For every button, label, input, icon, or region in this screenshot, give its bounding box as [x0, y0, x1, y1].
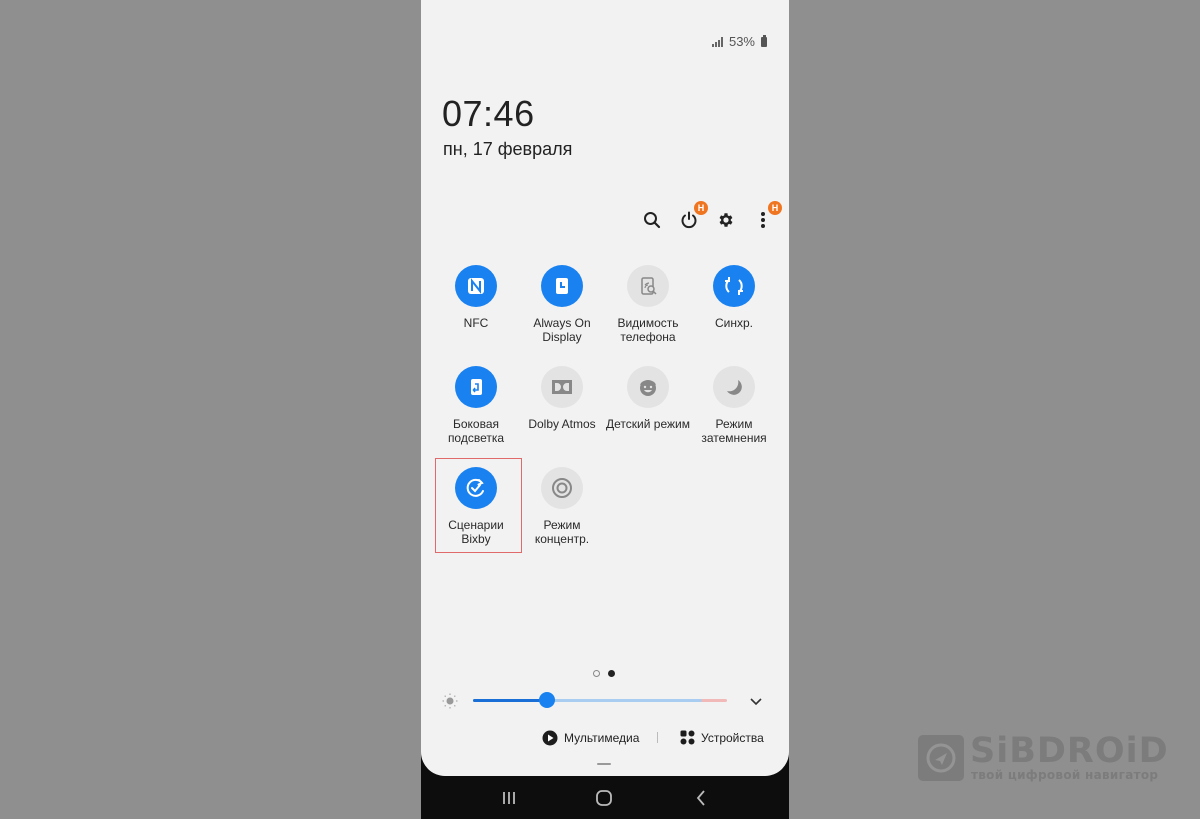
brightness-fill: [473, 699, 547, 702]
bixby-routines-icon: [455, 467, 497, 509]
brightness-thumb[interactable]: [538, 692, 555, 708]
always-on-display-icon: [541, 265, 583, 307]
dolby-icon: [541, 366, 583, 408]
sync-icon: [713, 265, 755, 307]
panel-toolbar: H H: [421, 201, 789, 235]
tile-dark-mode[interactable]: Режим затемнения: [691, 366, 777, 445]
compass-icon: [918, 735, 964, 781]
brightness-row: [421, 690, 789, 712]
more-button[interactable]: H: [750, 201, 782, 233]
tile-nfc[interactable]: NFC: [433, 265, 519, 330]
more-icon: [761, 212, 765, 228]
battery-icon: [761, 34, 767, 47]
clock: 07:46: [442, 93, 535, 134]
edge-lighting-icon: [455, 366, 497, 408]
search-button[interactable]: [639, 207, 665, 233]
search-icon: [644, 212, 661, 229]
focus-mode-icon: [541, 467, 583, 509]
tile-always-on-display[interactable]: Always On Display: [519, 265, 605, 344]
page-dot-2[interactable]: [608, 670, 615, 677]
tile-sync[interactable]: Синхр.: [691, 265, 777, 330]
chevron-down-icon: [750, 698, 762, 706]
brightness-slider[interactable]: [473, 692, 727, 708]
tile-bixby-routines[interactable]: Сценарии Bixby: [433, 467, 519, 546]
media-button[interactable]: Мультимедиа: [542, 730, 639, 746]
tile-edge-lighting[interactable]: Боковая подсветка: [433, 366, 519, 445]
phone-visibility-icon: [627, 265, 669, 307]
back-icon: [696, 790, 705, 806]
back-button[interactable]: [690, 788, 712, 808]
panel-drag-handle[interactable]: [597, 763, 611, 765]
settings-button[interactable]: [713, 207, 739, 233]
devices-icon: [680, 730, 695, 745]
page-indicator: [593, 670, 615, 677]
media-devices-row: Мультимедиа Устройства: [421, 730, 789, 748]
home-icon: [596, 790, 612, 806]
tile-phone-visibility[interactable]: Видимость телефона: [605, 265, 691, 344]
tile-dolby-atmos[interactable]: Dolby Atmos: [519, 366, 605, 431]
tile-focus-mode[interactable]: Режим концентр.: [519, 467, 605, 546]
expand-brightness-button[interactable]: [749, 694, 763, 712]
page-dot-1[interactable]: [593, 670, 600, 677]
separator: [657, 732, 658, 743]
dark-mode-icon: [713, 366, 755, 408]
devices-button[interactable]: Устройства: [680, 730, 764, 745]
power-button[interactable]: H: [676, 201, 708, 233]
phone-screen: 53% 07:46 пн, 17 февраля H H NFC Always …: [421, 0, 789, 819]
power-badge: H: [694, 201, 708, 215]
kids-mode-icon: [627, 366, 669, 408]
quick-panel: 53% 07:46 пн, 17 февраля H H NFC Always …: [421, 0, 789, 776]
status-bar: 53%: [711, 34, 767, 49]
tile-kids-mode[interactable]: Детский режим: [605, 366, 691, 431]
more-badge: H: [768, 201, 782, 215]
signal-icon: [711, 36, 723, 47]
play-icon: [542, 730, 558, 746]
brightness-icon: [442, 693, 458, 709]
nfc-icon: [455, 265, 497, 307]
settings-icon: [719, 213, 733, 227]
date: пн, 17 февраля: [443, 139, 573, 159]
home-button[interactable]: [593, 788, 615, 808]
navigation-bar: [421, 776, 789, 819]
recents-icon: [503, 792, 515, 804]
battery-percent: 53%: [728, 34, 755, 49]
power-icon: [681, 211, 697, 229]
watermark-logo: SiBDROiD твой цифровой навигатор: [918, 731, 1168, 785]
recents-button[interactable]: [498, 788, 520, 808]
